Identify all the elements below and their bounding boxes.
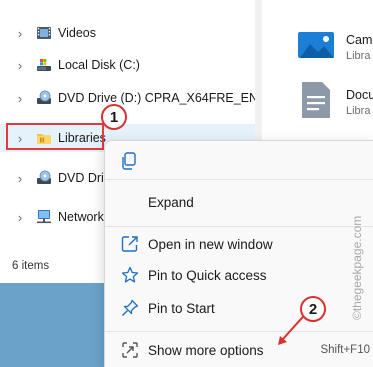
status-item-count: 6 items: [12, 260, 50, 272]
documents-icon: [302, 82, 330, 118]
chevron-right-icon[interactable]: ›: [14, 210, 26, 225]
menu-separator: [105, 226, 373, 227]
camera-roll-folder-icon: [298, 32, 334, 58]
watermark-text: ©thegeekpage.com: [350, 215, 364, 320]
context-menu: Expand Open in new window Pin to Quick a…: [104, 140, 373, 367]
chevron-right-icon[interactable]: ›: [14, 26, 26, 41]
videos-icon: [37, 27, 51, 39]
menu-item-label: Expand: [148, 194, 194, 210]
tile-subtitle: Libra: [346, 50, 371, 62]
menu-item-label: Pin to Quick access: [148, 267, 267, 283]
arrow-head-icon: [278, 336, 287, 345]
pin-icon: [122, 299, 139, 316]
menu-item-label: Pin to Start: [148, 300, 215, 316]
step-1-badge: 1: [101, 104, 127, 130]
menu-item-open-new-window[interactable]: Open in new window: [109, 229, 370, 259]
chevron-right-icon[interactable]: ›: [14, 58, 26, 73]
menu-item-expand[interactable]: Expand: [109, 187, 370, 217]
star-icon: [121, 266, 139, 283]
step-2-badge: 2: [300, 296, 326, 322]
dvd-drive-icon: [37, 90, 51, 104]
libraries-highlight-box: [6, 123, 104, 150]
tile-name: Came: [346, 33, 373, 47]
drive-icon: [37, 59, 51, 71]
nav-item-local-disk[interactable]: › Local Disk (C:): [0, 51, 255, 79]
menu-separator: [105, 179, 373, 180]
menu-item-shortcut: Shift+F10: [320, 344, 370, 356]
library-tile-documents[interactable]: Docu Libra: [262, 72, 373, 132]
step-2-number: 2: [308, 300, 318, 318]
dvd-drive-icon: [37, 170, 51, 184]
library-tile-camera[interactable]: Came Libra: [262, 0, 373, 70]
nav-item-label: DVD Drive (D:) CPRA_X64FRE_EN-US_: [58, 91, 287, 105]
menu-separator: [105, 331, 373, 332]
menu-item-label: Show more options: [148, 342, 264, 358]
tile-name: Docu: [346, 88, 373, 102]
chevron-right-icon[interactable]: ›: [14, 171, 26, 186]
nav-item-label: Network: [58, 210, 104, 224]
nav-item-videos[interactable]: › Videos: [0, 19, 255, 47]
menu-item-pin-quick-access[interactable]: Pin to Quick access: [109, 260, 370, 290]
chevron-right-icon[interactable]: ›: [14, 91, 26, 106]
menu-item-label: Open in new window: [148, 236, 273, 252]
step-1-number: 1: [109, 108, 119, 126]
more-options-icon: [122, 342, 138, 358]
network-icon: [37, 210, 51, 224]
desktop-background: [0, 283, 108, 367]
menu-item-show-more-options[interactable]: Show more options Shift+F10: [109, 335, 370, 365]
nav-item-label: Videos: [58, 26, 96, 40]
menu-item-pin-to-start[interactable]: Pin to Start: [109, 293, 370, 323]
tile-subtitle: Libra: [346, 105, 371, 117]
copy-icon[interactable]: [121, 152, 137, 170]
nav-item-label: Local Disk (C:): [58, 58, 140, 72]
open-new-window-icon: [121, 236, 138, 252]
nav-item-dvd-drive-d[interactable]: › DVD Drive (D:) CPRA_X64FRE_EN-US_: [0, 84, 287, 112]
